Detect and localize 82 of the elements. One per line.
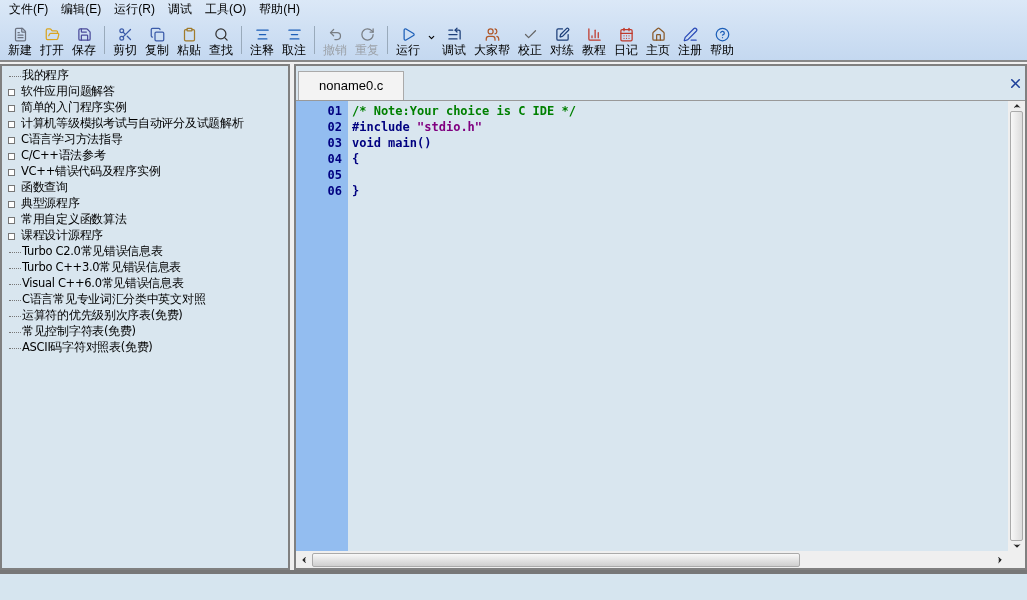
code-line: void main() [352, 136, 432, 150]
menu-item[interactable]: 工具(O) [205, 3, 247, 15]
home-icon [650, 27, 666, 42]
undo-icon [327, 27, 343, 42]
menu-item[interactable]: 调试 [168, 3, 192, 15]
scissors-icon [117, 27, 133, 42]
line-number: 01 [327, 103, 342, 118]
toolbar-button[interactable]: 注册 [674, 27, 706, 56]
horizontal-scrollbar[interactable] [296, 551, 1025, 568]
close-icon[interactable] [1008, 76, 1023, 91]
line-number: 03 [327, 135, 342, 150]
toolbar-button[interactable]: 查找 [205, 27, 237, 56]
toolbar-button[interactable]: 大家帮 [470, 27, 514, 56]
line-number: 04 [327, 151, 342, 166]
toolbar-button[interactable]: 保存 [68, 27, 100, 56]
tree-item[interactable]: C语言学习方法指导 [21, 131, 123, 149]
toolbar-button[interactable]: 教程 [578, 27, 610, 56]
toolbar-button[interactable]: 运行 [392, 27, 424, 56]
menu-item[interactable]: 帮助(H) [259, 3, 300, 15]
edit-icon [554, 27, 570, 42]
toolbar-button[interactable]: 主页 [642, 27, 674, 56]
tree-item[interactable]: Visual C++6.0常见错误信息表 [22, 275, 184, 293]
menu-item[interactable]: 编辑(E) [61, 3, 102, 15]
lines-icon [254, 27, 270, 42]
toolbar-button[interactable]: 取注 [278, 27, 310, 56]
tree-item[interactable]: 计算机等级模拟考试与自动评分及试题解析 [21, 115, 244, 133]
toolbar-button[interactable]: 打开 [36, 27, 68, 56]
search-icon [213, 27, 229, 42]
tree-item[interactable]: C/C++语法参考 [21, 147, 106, 165]
folder-icon [44, 27, 60, 42]
up-arrow-icon[interactable] [1011, 101, 1022, 111]
tree-item[interactable]: Turbo C2.0常见错误信息表 [22, 243, 163, 261]
toolbar-button[interactable]: 校正 [514, 27, 546, 56]
people-icon [484, 27, 500, 42]
tree-item[interactable]: VC++错误代码及程序实例 [21, 163, 161, 181]
toolbar-button[interactable]: 对练 [546, 27, 578, 56]
bar-chart-icon [586, 27, 602, 42]
clipboard-icon [181, 27, 197, 42]
save-icon [76, 27, 92, 42]
menu-item[interactable]: 运行(R) [114, 3, 155, 15]
lines-icon [286, 27, 302, 42]
code-line: /* Note:Your choice is C IDE */ [352, 104, 576, 118]
line-number: 05 [327, 167, 342, 182]
tree-item[interactable]: Turbo C++3.0常见错误信息表 [22, 259, 182, 277]
toolbar-button[interactable]: 注释 [246, 27, 278, 56]
code-line: #include "stdio.h" [352, 120, 483, 134]
line-number: 02 [327, 119, 342, 134]
help-icon [714, 27, 730, 42]
tree-item[interactable]: 运算符的优先级别次序表(免费) [22, 307, 183, 325]
list-icon [446, 27, 462, 42]
play-icon [400, 27, 416, 42]
left-arrow-icon[interactable] [299, 554, 309, 565]
line-number: 06 [327, 183, 342, 198]
toolbar-button[interactable]: 新建 [4, 27, 36, 56]
tree-item[interactable]: 软件应用问题解答 [21, 83, 115, 101]
calendar-icon [618, 27, 634, 42]
redo-icon [359, 27, 375, 42]
toolbar-button[interactable]: 日记 [610, 27, 642, 56]
toolbar-button[interactable]: 帮助 [706, 27, 738, 56]
tree-item[interactable]: C语言常见专业词汇分类中英文对照 [22, 291, 206, 309]
pen-icon [682, 27, 698, 42]
tree-item[interactable]: 函数查询 [21, 179, 68, 197]
vertical-scrollbar[interactable] [1008, 101, 1025, 551]
tree-item[interactable]: 常用自定义函数算法 [21, 211, 127, 229]
tree-item[interactable]: 我的程序 [22, 67, 69, 85]
toolbar-button[interactable]: 粘贴 [173, 27, 205, 56]
right-arrow-icon[interactable] [995, 554, 1005, 565]
file-tab[interactable]: noname0.c [298, 71, 405, 100]
toolbar-button[interactable]: 剪切 [109, 27, 141, 56]
tree-item[interactable]: 典型源程序 [21, 195, 80, 213]
toolbar-button[interactable]: 调试 [438, 27, 470, 56]
code-line: { [352, 152, 360, 166]
down-arrow-icon[interactable] [1011, 541, 1022, 551]
file-icon [12, 27, 28, 42]
tree-item[interactable]: 常见控制字符表(免费) [22, 323, 136, 341]
menu-item[interactable]: 文件(F) [9, 3, 49, 15]
toolbar-button[interactable]: 复制 [141, 27, 173, 56]
tree-item[interactable]: 课程设计源程序 [21, 227, 103, 245]
tree-item[interactable]: ASCII码字符对照表(免费) [22, 339, 153, 357]
code-line: } [352, 184, 360, 198]
tree-item[interactable]: 简单的入门程序实例 [21, 99, 127, 117]
copy-icon [149, 27, 165, 42]
